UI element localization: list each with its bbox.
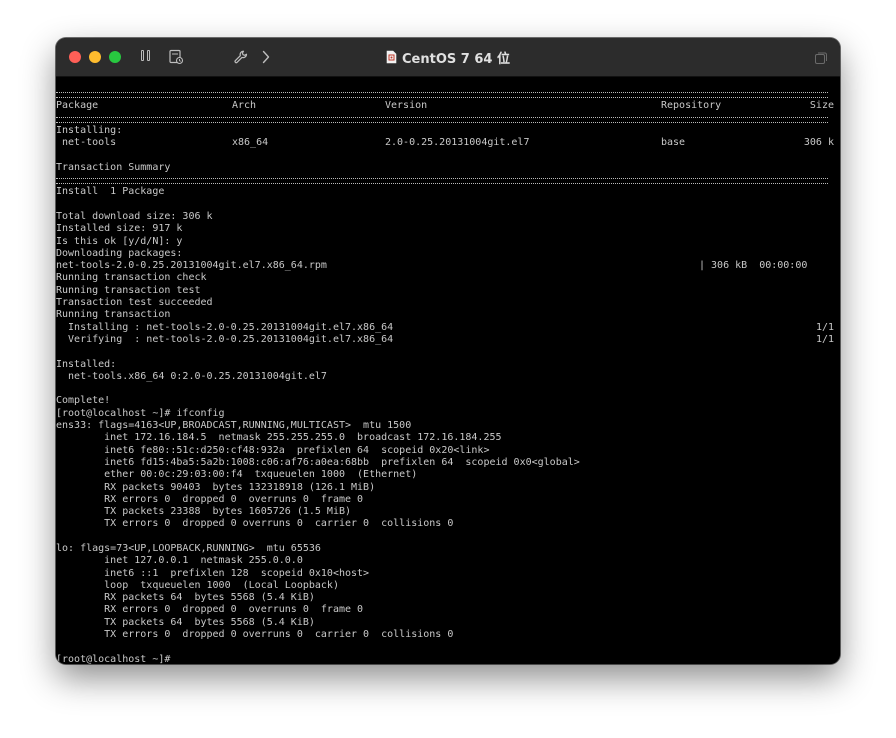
console-line: TX errors 0 dropped 0 overruns 0 carrier…	[56, 629, 454, 641]
vm-document-icon	[386, 50, 397, 64]
download-progress: | 306 kB 00:00:00	[699, 260, 808, 272]
summary-title: Transaction Summary	[56, 161, 171, 173]
console-line: inet6 ::1 prefixlen 128 scopeid 0x10<hos…	[56, 567, 370, 579]
console-line: Total download size: 306 k	[56, 210, 213, 222]
header-repository: Repository	[661, 100, 722, 112]
download-file: net-tools-2.0-0.25.20131004git.el7.x86_6…	[56, 260, 327, 272]
console-line: ether 00:0c:29:03:00:f4 txqueuelen 1000 …	[56, 469, 418, 481]
console-line: loop txqueuelen 1000 (Local Loopback)	[56, 579, 339, 591]
window-title-area: CentOS 7 64 位	[56, 38, 840, 76]
console-line: RX errors 0 dropped 0 overruns 0 frame 0	[56, 604, 364, 616]
restore-window-icon[interactable]	[814, 50, 828, 69]
vm-window: CentOS 7 64 位 Package Arch Version Repos…	[56, 38, 840, 664]
table-rule	[56, 88, 834, 100]
console-line: inet 127.0.0.1 netmask 255.0.0.0	[56, 555, 303, 567]
verifying-text: Verifying : net-tools-2.0-0.25.20131004g…	[56, 333, 394, 345]
console-line: [root@localhost ~]# ifconfig	[56, 407, 225, 419]
table-row: net-tools x86_64 2.0-0.25.20131004git.el…	[56, 137, 834, 149]
console-line: RX errors 0 dropped 0 overruns 0 frame 0	[56, 493, 364, 505]
console-line: inet6 fe80::51c:d250:cf48:932a prefixlen…	[56, 444, 490, 456]
verifying-line: Verifying : net-tools-2.0-0.25.20131004g…	[56, 334, 834, 346]
header-package: Package	[56, 100, 99, 112]
console-line: ens33: flags=4163<UP,BROADCAST,RUNNING,M…	[56, 420, 412, 432]
console-lines: Installed: net-tools.x86_64 0:2.0-0.25.2…	[56, 346, 834, 664]
table-rule	[56, 113, 834, 125]
console-line: Complete!	[56, 395, 111, 407]
console-lines: Running transaction check Running transac…	[56, 272, 834, 321]
console-line: [root@localhost ~]#	[56, 653, 171, 664]
table-rule	[56, 174, 834, 186]
console-line: net-tools.x86_64 0:2.0-0.25.20131004git.…	[56, 370, 327, 382]
cell-repository: base	[661, 137, 686, 149]
console-line: Running transaction test	[56, 284, 201, 296]
verifying-count: 1/1	[815, 333, 834, 345]
cell-size: 306 k	[803, 137, 834, 149]
console-line: Running transaction	[56, 309, 171, 321]
installing-count: 1/1	[815, 321, 834, 333]
download-line: net-tools-2.0-0.25.20131004git.el7.x86_6…	[56, 260, 834, 272]
console-line: Installed size: 917 k	[56, 223, 183, 235]
console-line: RX packets 64 bytes 5568 (5.4 KiB)	[56, 592, 315, 604]
summary-line: Install 1 Package	[56, 186, 165, 198]
cell-arch: x86_64	[232, 137, 269, 149]
window-title: CentOS 7 64 位	[402, 51, 510, 67]
installing-text: Installing : net-tools-2.0-0.25.20131004…	[56, 321, 394, 333]
console-line: Running transaction check	[56, 272, 207, 284]
title-bar[interactable]: CentOS 7 64 位	[56, 38, 840, 77]
table-header: Package Arch Version Repository Size	[56, 100, 834, 112]
header-arch: Arch	[232, 100, 257, 112]
console-line: TX packets 23388 bytes 1605726 (1.5 MiB)	[56, 506, 352, 518]
header-size: Size	[809, 100, 834, 112]
cell-package: net-tools	[56, 137, 117, 149]
terminal-console[interactable]: Package Arch Version Repository Size Ins…	[56, 77, 840, 664]
console-line: RX packets 90403 bytes 132318918 (126.1 …	[56, 481, 376, 493]
console-line: Downloading packages:	[56, 247, 183, 259]
console-line: TX errors 0 dropped 0 overruns 0 carrier…	[56, 518, 454, 530]
console-line: Transaction test succeeded	[56, 297, 213, 309]
header-version: Version	[385, 100, 428, 112]
console-line: Is this ok [y/d/N]: y	[56, 235, 183, 247]
console-lines: Total download size: 306 k Installed size…	[56, 199, 834, 260]
console-line: TX packets 64 bytes 5568 (5.4 KiB)	[56, 616, 315, 628]
console-line: lo: flags=73<UP,LOOPBACK,RUNNING> mtu 65…	[56, 542, 321, 554]
installing-label: Installing:	[56, 124, 123, 136]
console-line: Installed:	[56, 358, 117, 370]
console-line: inet6 fd15:4ba5:5a2b:1008:c06:af76:a0ea:…	[56, 456, 580, 468]
console-line: inet 172.16.184.5 netmask 255.255.255.0 …	[56, 432, 502, 444]
cell-version: 2.0-0.25.20131004git.el7	[385, 137, 530, 149]
installing-line: Installing : net-tools-2.0-0.25.20131004…	[56, 322, 834, 334]
